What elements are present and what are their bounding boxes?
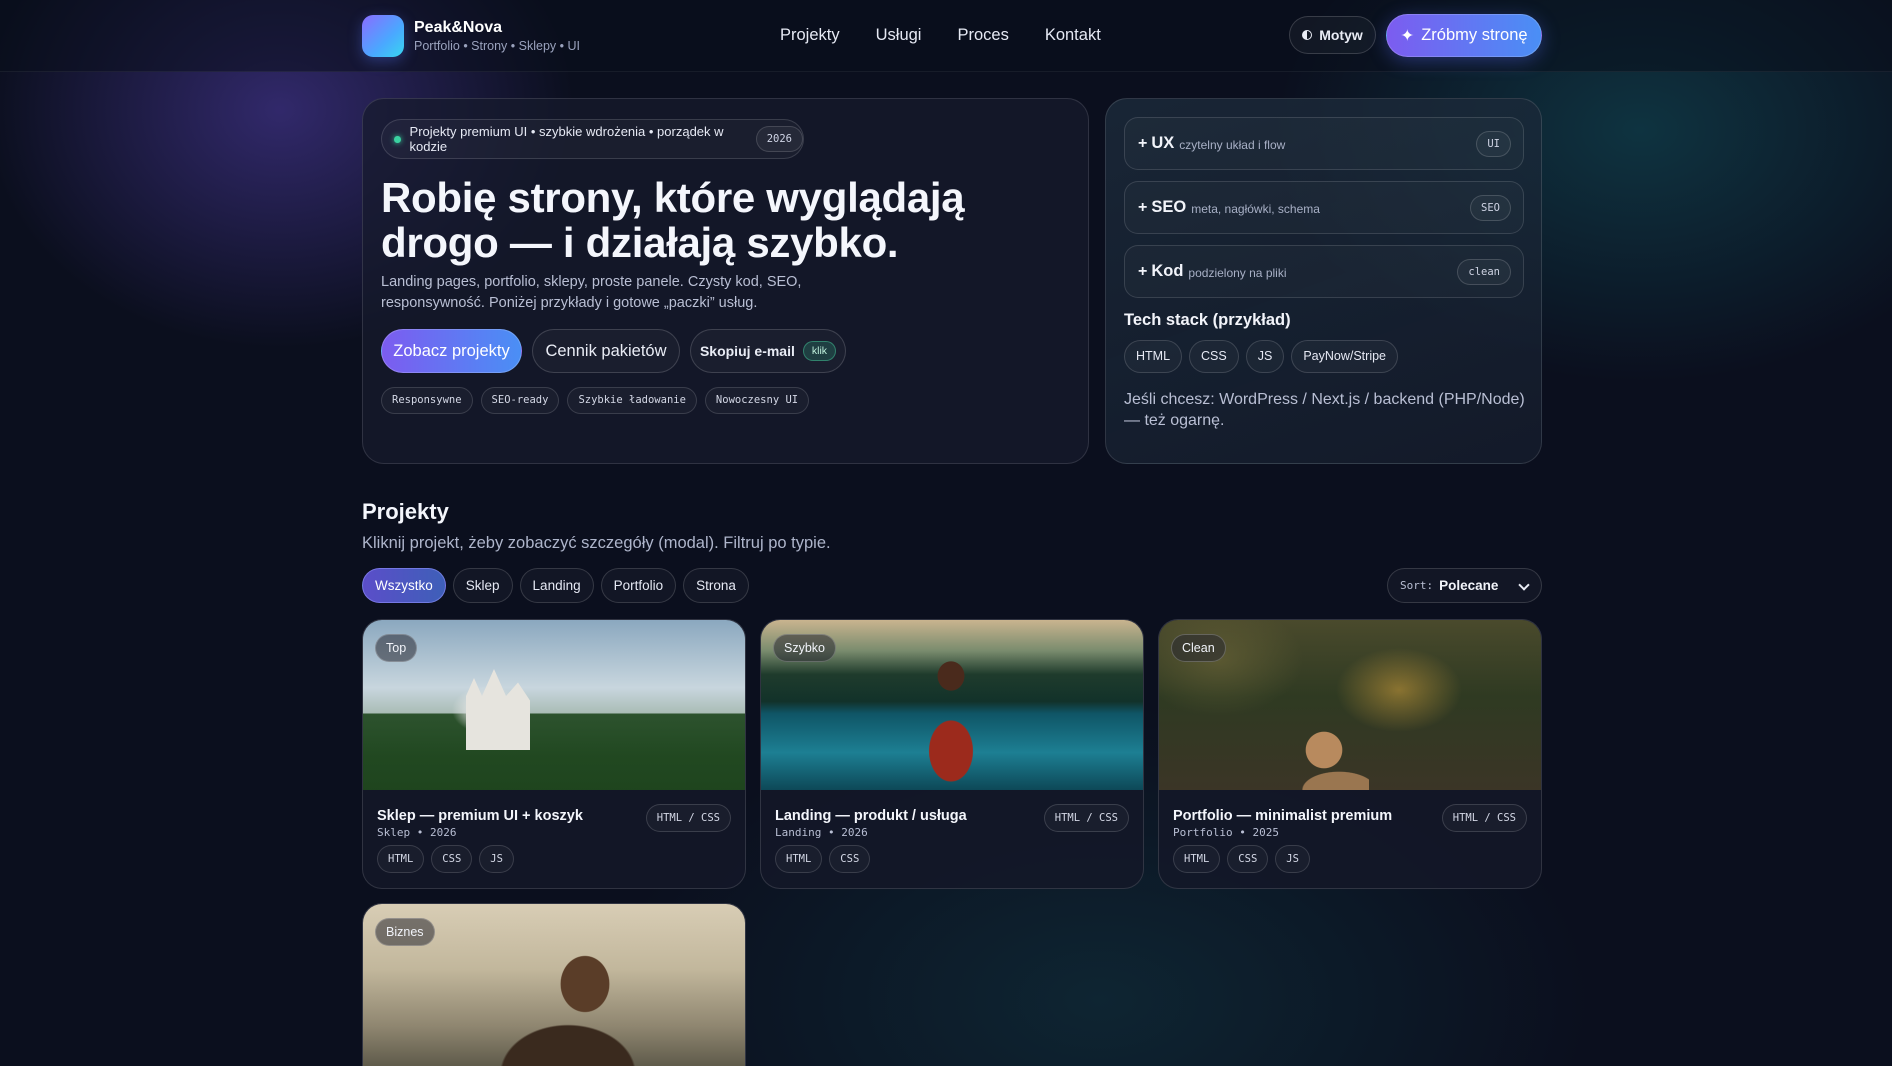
project-title: Portfolio — minimalist premium — [1173, 808, 1393, 824]
filter-strona[interactable]: Strona — [683, 568, 749, 603]
brand-name: Peak&Nova — [414, 19, 503, 36]
project-tech-badge: HTML / CSS — [1043, 804, 1129, 832]
filter-portfolio[interactable]: Portfolio — [600, 568, 677, 603]
project-image — [363, 620, 745, 790]
project-tag: JS — [479, 845, 514, 873]
project-filters: Wszystko Sklep Landing Portfolio Strona — [362, 568, 749, 603]
project-tech-badge: HTML / CSS — [1441, 804, 1527, 832]
project-tech-badge: HTML / CSS — [645, 804, 731, 832]
hero-tag: Nowoczesny UI — [704, 387, 810, 414]
project-meta: Portfolio • 2025 — [1173, 826, 1279, 839]
hero-title: Robię strony, które wyglądają drogo — i … — [381, 174, 965, 266]
nav-item-projekty[interactable]: Projekty — [780, 26, 840, 45]
project-meta: Landing • 2026 — [775, 826, 868, 839]
click-badge: klik — [802, 341, 837, 361]
project-tags: HTML CSS JS — [1173, 845, 1310, 873]
hero-tag: Responsywne — [381, 387, 473, 414]
hero-tag: SEO-ready — [480, 387, 560, 414]
tech-chip: CSS — [1189, 340, 1239, 373]
tech-chip: JS — [1245, 340, 1285, 373]
filter-landing[interactable]: Landing — [519, 568, 594, 603]
top-nav: Peak&Nova Portfolio • Strony • Sklepy • … — [0, 0, 1892, 72]
project-card[interactable]: Top Sklep — premium UI + koszyk Sklep • … — [362, 619, 746, 889]
project-tag: JS — [1275, 845, 1310, 873]
projects-title: Projekty — [362, 499, 449, 524]
hero-tags: Responsywne SEO-ready Szybkie ładowanie … — [381, 387, 810, 414]
project-card[interactable]: Szybko Landing — produkt / usługa Landin… — [760, 619, 1144, 889]
sort-label: Sort: — [1400, 579, 1434, 592]
project-tag: CSS — [829, 845, 871, 873]
plus-icon: + — [1138, 134, 1148, 152]
project-tag: CSS — [431, 845, 473, 873]
theme-toggle-label: Motyw — [1319, 27, 1363, 43]
project-tags: HTML CSS — [775, 845, 871, 873]
plus-icon: + — [1138, 262, 1148, 280]
project-tag: CSS — [1227, 845, 1269, 873]
cta-button[interactable]: ✦ Zróbmy stronę — [1386, 14, 1542, 57]
project-tag: HTML — [775, 845, 823, 873]
features-card: + UX czytelny układ i flow UI + SEO meta… — [1105, 98, 1542, 464]
sort-value: Polecane — [1439, 578, 1499, 593]
project-meta: Sklep • 2026 — [377, 826, 457, 839]
feature-code-badge: UI — [1476, 131, 1511, 157]
hero-lead: Landing pages, portfolio, sklepy, proste… — [381, 274, 802, 311]
feature-title: SEO — [1151, 198, 1187, 216]
project-tag: HTML — [377, 845, 425, 873]
brand-logo — [362, 15, 404, 57]
project-badge: Biznes — [375, 918, 435, 946]
hero-tag: Szybkie ładowanie — [567, 387, 697, 414]
nav-item-uslugi[interactable]: Usługi — [876, 26, 922, 45]
brand[interactable]: Peak&Nova Portfolio • Strony • Sklepy • … — [362, 15, 580, 57]
main-menu: Projekty Usługi Proces Kontakt — [780, 26, 1101, 45]
feature-ux: + UX czytelny układ i flow UI — [1124, 117, 1524, 170]
sparkle-icon: ✦ — [1400, 26, 1415, 45]
feature-desc: meta, nagłówki, schema — [1191, 202, 1320, 216]
project-badge: Top — [375, 634, 418, 662]
view-projects-button[interactable]: Zobacz projekty — [381, 329, 522, 373]
hero-info-text: Projekty premium UI • szybkie wdrożenia … — [409, 124, 724, 154]
plus-icon: + — [1138, 198, 1148, 216]
feature-kod: + Kod podzielony na pliki clean — [1124, 245, 1524, 298]
project-card[interactable]: Biznes — [362, 903, 746, 1066]
tech-chip: HTML — [1124, 340, 1183, 373]
projects-subtitle: Kliknij projekt, żeby zobaczyć szczegóły… — [362, 534, 831, 552]
feature-seo: + SEO meta, nagłówki, schema SEO — [1124, 181, 1524, 234]
status-dot-icon — [394, 135, 401, 143]
feature-desc: czytelny układ i flow — [1179, 138, 1286, 152]
feature-desc: podzielony na pliki — [1188, 266, 1287, 280]
project-tags: HTML CSS JS — [377, 845, 514, 873]
year-badge: 2026 — [755, 126, 803, 152]
copy-email-label: Skopiuj e-mail — [699, 343, 795, 359]
project-badge: Szybko — [773, 634, 836, 662]
hero-info-pill: Projekty premium UI • szybkie wdrożenia … — [381, 119, 804, 159]
filter-wszystko[interactable]: Wszystko — [362, 568, 446, 603]
tech-chip: PayNow/Stripe — [1291, 340, 1399, 373]
feature-code-badge: clean — [1457, 259, 1511, 285]
feature-title: Kod — [1151, 262, 1184, 280]
project-card[interactable]: Clean Portfolio — minimalist premium Por… — [1158, 619, 1542, 889]
hero-card: Projekty premium UI • szybkie wdrożenia … — [362, 98, 1089, 464]
pricing-button[interactable]: Cennik pakietów — [532, 329, 680, 373]
nav-item-kontakt[interactable]: Kontakt — [1045, 26, 1101, 45]
cta-button-label: Zróbmy stronę — [1421, 26, 1528, 44]
tech-stack-chips: HTML CSS JS PayNow/Stripe — [1124, 340, 1399, 373]
project-title: Sklep — premium UI + koszyk — [377, 808, 583, 824]
brand-tagline: Portfolio • Strony • Sklepy • UI — [414, 39, 580, 53]
filter-sklep[interactable]: Sklep — [452, 568, 513, 603]
theme-icon — [1302, 30, 1313, 40]
chevron-down-icon — [1518, 579, 1530, 591]
sort-select[interactable]: Sort: Polecane — [1387, 568, 1542, 603]
nav-item-proces[interactable]: Proces — [957, 26, 1008, 45]
project-badge: Clean — [1171, 634, 1226, 662]
feature-code-badge: SEO — [1470, 195, 1511, 221]
theme-toggle-button[interactable]: Motyw — [1289, 16, 1376, 54]
tech-note: Jeśli chcesz: WordPress / Next.js / back… — [1124, 391, 1525, 429]
tech-stack-title: Tech stack (przykład) — [1124, 311, 1291, 329]
hero-actions: Zobacz projekty Cennik pakietów Skopiuj … — [381, 329, 846, 373]
feature-title: UX — [1151, 134, 1175, 152]
copy-email-button[interactable]: Skopiuj e-mail klik — [690, 329, 846, 373]
project-tag: HTML — [1173, 845, 1221, 873]
project-title: Landing — produkt / usługa — [775, 808, 967, 824]
